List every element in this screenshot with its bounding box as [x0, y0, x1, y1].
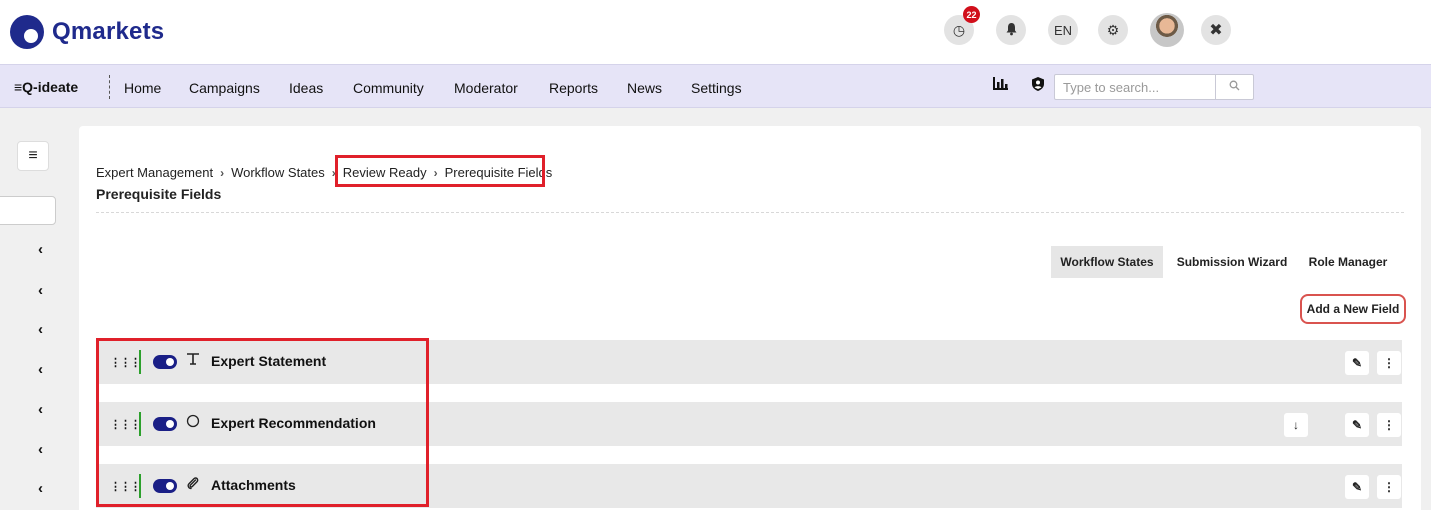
- drag-handle-icon[interactable]: ⋮⋮⋮: [110, 418, 141, 431]
- more-vertical-icon: ⋮: [1383, 356, 1395, 370]
- logo-mark: [10, 15, 44, 49]
- more-button[interactable]: ⋮: [1377, 475, 1401, 499]
- nav-item-moderator[interactable]: Moderator: [454, 80, 518, 96]
- chevron-right-icon: ›: [220, 165, 225, 180]
- enable-toggle[interactable]: [153, 355, 177, 369]
- field-row: ⋮⋮⋮ Expert Statement ✎ ⋮: [96, 340, 1402, 384]
- more-button[interactable]: ⋮: [1377, 351, 1401, 375]
- pencil-icon: ✎: [1351, 480, 1363, 494]
- notifications-button[interactable]: [996, 15, 1026, 45]
- page-title: Prerequisite Fields: [96, 186, 222, 202]
- tools-button[interactable]: ✖: [1201, 15, 1231, 45]
- move-down-button[interactable]: ↓: [1284, 413, 1308, 437]
- tab-submission-wizard[interactable]: Submission Wizard: [1173, 246, 1291, 278]
- search-icon: [1229, 80, 1240, 94]
- chevron-left-icon[interactable]: ‹: [38, 241, 43, 258]
- search-input[interactable]: [1055, 75, 1217, 99]
- content-card: Expert Management › Workflow States › Re…: [79, 126, 1421, 510]
- field-label: Attachments: [211, 477, 296, 493]
- nav-divider: [109, 75, 110, 99]
- chevron-left-icon[interactable]: ‹: [38, 441, 43, 458]
- nav-item-settings[interactable]: Settings: [691, 80, 742, 96]
- breadcrumb-item-current: Prerequisite Fields: [444, 165, 553, 180]
- timer-icon: ◷: [952, 21, 966, 38]
- paperclip-icon: [186, 476, 200, 494]
- arrow-down-icon: ↓: [1293, 418, 1299, 432]
- sidebar-search-input[interactable]: [0, 196, 56, 225]
- top-header: Qmarkets ◷ 22 EN ⚙ ✖: [0, 0, 1431, 64]
- field-row: ⋮⋮⋮ Attachments ✎ ⋮: [96, 464, 1402, 508]
- chevron-left-icon[interactable]: ‹: [38, 401, 43, 418]
- tools-icon: ✖: [1209, 22, 1223, 39]
- settings-button[interactable]: ⚙: [1098, 15, 1128, 45]
- chevron-right-icon: ›: [433, 165, 438, 180]
- breadcrumb: Expert Management › Workflow States › Re…: [96, 165, 552, 180]
- pencil-icon: ✎: [1351, 418, 1363, 432]
- main-nav: ≡Q-ideate Home Campaigns Ideas Community…: [0, 64, 1431, 108]
- analytics-icon[interactable]: [993, 77, 1008, 93]
- status-bar: [139, 350, 141, 374]
- nav-item-reports[interactable]: Reports: [549, 80, 598, 96]
- nav-item-ideas[interactable]: Ideas: [289, 80, 323, 96]
- field-label: Expert Recommendation: [211, 415, 376, 431]
- nav-item-home[interactable]: Home: [124, 80, 161, 96]
- breadcrumb-item[interactable]: Review Ready: [343, 165, 427, 180]
- field-label: Expert Statement: [211, 353, 327, 369]
- text-format-icon: [186, 352, 200, 370]
- timer-button[interactable]: ◷ 22: [944, 6, 980, 45]
- edit-button[interactable]: ✎: [1345, 413, 1369, 437]
- chevron-left-icon[interactable]: ‹: [38, 361, 43, 378]
- enable-toggle[interactable]: [153, 417, 177, 431]
- tab-role-manager[interactable]: Role Manager: [1301, 246, 1395, 278]
- more-button[interactable]: ⋮: [1377, 413, 1401, 437]
- drag-handle-icon[interactable]: ⋮⋮⋮: [110, 356, 141, 369]
- avatar[interactable]: [1150, 13, 1184, 47]
- radio-icon: [186, 414, 200, 432]
- enable-toggle[interactable]: [153, 479, 177, 493]
- search-box: [1054, 74, 1254, 100]
- menu-icon: ≡: [28, 147, 38, 164]
- bell-icon: [1005, 22, 1018, 39]
- gear-icon: ⚙: [1106, 21, 1120, 38]
- field-row: ⋮⋮⋮ Expert Recommendation ↓ ✎ ⋮: [96, 402, 1402, 446]
- status-bar: [139, 412, 141, 436]
- tab-workflow-states[interactable]: Workflow States: [1051, 246, 1163, 278]
- app-brand[interactable]: ≡Q-ideate: [14, 79, 78, 95]
- edit-button[interactable]: ✎: [1345, 475, 1369, 499]
- breadcrumb-item[interactable]: Expert Management: [96, 165, 213, 180]
- drag-handle-icon[interactable]: ⋮⋮⋮: [110, 480, 141, 493]
- shield-user-icon[interactable]: [1032, 77, 1044, 94]
- pencil-icon: ✎: [1351, 356, 1363, 370]
- add-new-field-button[interactable]: Add a New Field: [1300, 294, 1406, 324]
- language-button[interactable]: EN: [1048, 15, 1078, 45]
- nav-item-community[interactable]: Community: [353, 80, 424, 96]
- status-bar: [139, 474, 141, 498]
- notification-badge: 22: [963, 6, 980, 23]
- sidebar-toggle[interactable]: ≡: [17, 141, 49, 171]
- more-vertical-icon: ⋮: [1383, 480, 1395, 494]
- chevron-left-icon[interactable]: ‹: [38, 480, 43, 497]
- logo-text: Qmarkets: [52, 18, 165, 45]
- logo[interactable]: Qmarkets: [10, 15, 165, 49]
- edit-button[interactable]: ✎: [1345, 351, 1369, 375]
- more-vertical-icon: ⋮: [1383, 418, 1395, 432]
- divider: [96, 212, 1404, 213]
- search-button[interactable]: [1215, 75, 1253, 99]
- breadcrumb-item[interactable]: Workflow States: [231, 165, 325, 180]
- chevron-left-icon[interactable]: ‹: [38, 321, 43, 338]
- nav-item-news[interactable]: News: [627, 80, 662, 96]
- nav-item-campaigns[interactable]: Campaigns: [189, 80, 260, 96]
- chevron-right-icon: ›: [331, 165, 336, 180]
- chevron-left-icon[interactable]: ‹: [38, 282, 43, 299]
